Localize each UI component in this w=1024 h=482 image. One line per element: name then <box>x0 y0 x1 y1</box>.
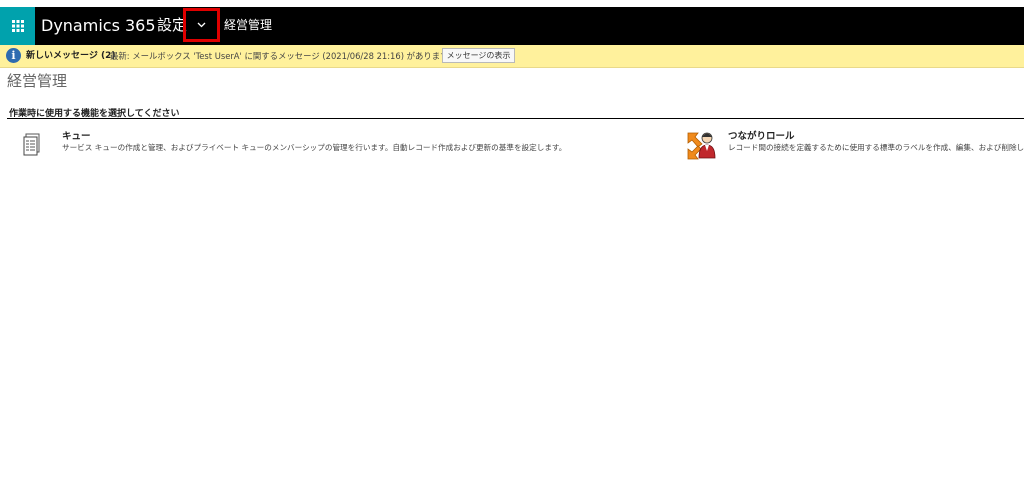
notification-title: 新しいメッセージ (2) <box>26 51 116 61</box>
area-dropdown-button[interactable] <box>183 8 220 42</box>
chevron-down-icon <box>197 22 206 28</box>
info-icon: i <box>6 48 21 63</box>
app-launcher-button[interactable] <box>0 7 35 45</box>
connection-role-icon <box>687 132 716 160</box>
breadcrumb[interactable]: 経営管理 <box>224 7 272 45</box>
queue-item-description: サービス キューの作成と管理、およびプライベート キューのメンバーシップの管理を… <box>62 143 567 152</box>
queue-item-label[interactable]: キュー <box>62 128 91 142</box>
queue-item[interactable]: キュー サービス キューの作成と管理、およびプライベート キューのメンバーシップ… <box>22 128 622 162</box>
notification-message: 最新: メールボックス 'Test UserA' に関するメッセージ (2021… <box>110 51 457 61</box>
section-divider <box>7 118 1024 119</box>
queue-icon <box>23 133 40 156</box>
connection-roles-item-description: レコード間の接続を定義するために使用する標準のラベルを作成、編集、および削除しま… <box>728 143 1024 152</box>
app-brand-title[interactable]: Dynamics 365 <box>41 7 156 45</box>
page-title: 経営管理 <box>7 72 68 90</box>
connection-roles-item-label[interactable]: つながりロール <box>728 128 795 142</box>
view-messages-button[interactable]: メッセージの表示 <box>442 48 515 63</box>
notification-bar: i 新しいメッセージ (2) 最新: メールボックス 'Test UserA' … <box>0 45 1024 68</box>
connection-roles-item[interactable]: つながりロール レコード間の接続を定義するために使用する標準のラベルを作成、編集… <box>685 127 1024 163</box>
top-navigation-bar: Dynamics 365 設定 経営管理 <box>0 7 1024 45</box>
waffle-icon <box>11 20 24 32</box>
